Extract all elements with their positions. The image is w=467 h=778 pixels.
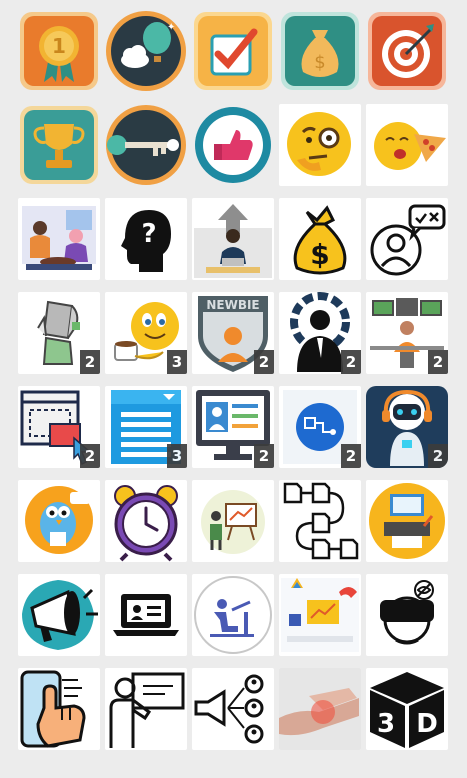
document-flow-icon [283,482,359,560]
tile-alarm-clock[interactable] [105,480,187,562]
tile-key[interactable] [105,104,187,186]
tile-document-list[interactable]: 3 [105,386,187,468]
count-badge: 2 [254,444,274,468]
tile-3d-cube[interactable]: 3 D [366,668,448,750]
tile-megaphone[interactable] [18,574,100,656]
teacher-board-icon [109,672,185,748]
phone-tap-icon [20,670,86,748]
count-badge: 2 [428,444,448,468]
tile-money-bag[interactable]: $ [279,10,361,92]
tile-document-flow[interactable] [279,480,361,562]
tile-computer-profile[interactable]: 2 [192,386,274,468]
tile-teacher-board[interactable] [105,668,187,750]
analytics-dashboard-icon [281,578,359,652]
tile-wrist-pain[interactable] [279,668,361,750]
pizza-emoji-icon [374,122,446,170]
thumbs-up-icon [192,104,274,186]
tile-person-reading-book[interactable]: 2 [18,292,100,374]
person-workstation-icon [194,576,272,654]
tile-developer-desk[interactable]: 2 [366,292,448,374]
person-laptop-illustration [194,204,272,278]
key-icon [106,105,186,185]
tile-flowchart-screen[interactable]: 2 [279,386,361,468]
tile-target[interactable] [366,10,448,92]
count-badge: 2 [80,350,100,374]
tile-trophy[interactable] [18,104,100,186]
tile-people-chatting[interactable] [18,198,100,280]
tile-user-check-bubble[interactable] [366,198,448,280]
count-badge: 2 [254,350,274,374]
tile-checkbox[interactable] [192,10,274,92]
tile-person-workstation[interactable] [192,574,274,656]
tile-manager-gear[interactable]: 2 [279,292,361,374]
icon-picker-grid: 1 ✦ $ ? $ 2 3 NEWBIE 2 2 2 2 3 2 2 2 3 D [18,10,448,750]
wrist-pain-photo [279,668,361,750]
tile-thumbs-up[interactable] [192,104,274,186]
user-check-bubble-icon [370,204,446,276]
alarm-clock-icon [114,485,178,562]
tile-coffee-emoji[interactable]: 3 [105,292,187,374]
svg-text:$: $ [314,52,325,73]
megaphone-network-icon [194,674,264,744]
presenter-board-icon [201,490,265,554]
tile-hot-air-balloon[interactable]: ✦ [105,10,187,92]
tile-presenter-board[interactable] [192,480,274,562]
cube-label-d: D [416,709,438,739]
id-laptop-icon [113,594,179,636]
tile-medal-badge[interactable]: 1 [18,10,100,92]
head-question-mark-icon: ? [121,210,171,272]
tile-printer-computer[interactable] [366,480,448,562]
tile-robot-headset[interactable]: 2 [366,386,448,468]
tile-analytics-dashboard[interactable] [279,574,361,656]
thinking-emoji-icon [287,112,351,176]
count-badge: 2 [341,444,361,468]
target-icon [368,12,446,90]
bird-mascot-icon [25,486,93,554]
tile-screen-cursor[interactable]: 2 [18,386,100,468]
count-badge: 3 [167,350,187,374]
newbie-label: NEWBIE [206,298,259,312]
dollar-sack-icon: $ [293,205,347,275]
tile-bird-mascot[interactable] [18,480,100,562]
svg-text:1: 1 [52,34,66,58]
tile-pizza-emoji[interactable] [366,104,448,186]
svg-text:✦: ✦ [167,22,175,33]
printer-computer-icon [369,483,445,559]
money-bag-icon: $ [281,12,359,90]
tile-person-laptop[interactable] [192,198,274,280]
tile-thinking-emoji[interactable] [279,104,361,186]
trophy-icon [20,106,98,184]
svg-text:?: ? [141,219,156,249]
tile-head-question[interactable]: ? [105,198,187,280]
people-chatting-illustration [22,206,96,270]
hot-air-balloon-icon: ✦ [106,11,186,91]
medal-badge-icon: 1 [20,12,98,90]
megaphone-icon [22,580,98,650]
tile-vr-headset[interactable] [366,574,448,656]
svg-text:$: $ [310,238,329,271]
count-badge: 3 [167,444,187,468]
checkbox-icon [194,12,272,90]
tile-dollar-sack[interactable]: $ [279,198,361,280]
count-badge: 2 [428,350,448,374]
cube-label-3: 3 [377,709,395,739]
tile-newbie-badge[interactable]: NEWBIE 2 [192,292,274,374]
vr-headset-icon [380,580,434,645]
tile-megaphone-network[interactable] [192,668,274,750]
3d-cube-icon: 3 D [370,672,444,748]
tile-phone-tap[interactable] [18,668,100,750]
tile-id-laptop[interactable] [105,574,187,656]
count-badge: 2 [341,350,361,374]
count-badge: 2 [80,444,100,468]
